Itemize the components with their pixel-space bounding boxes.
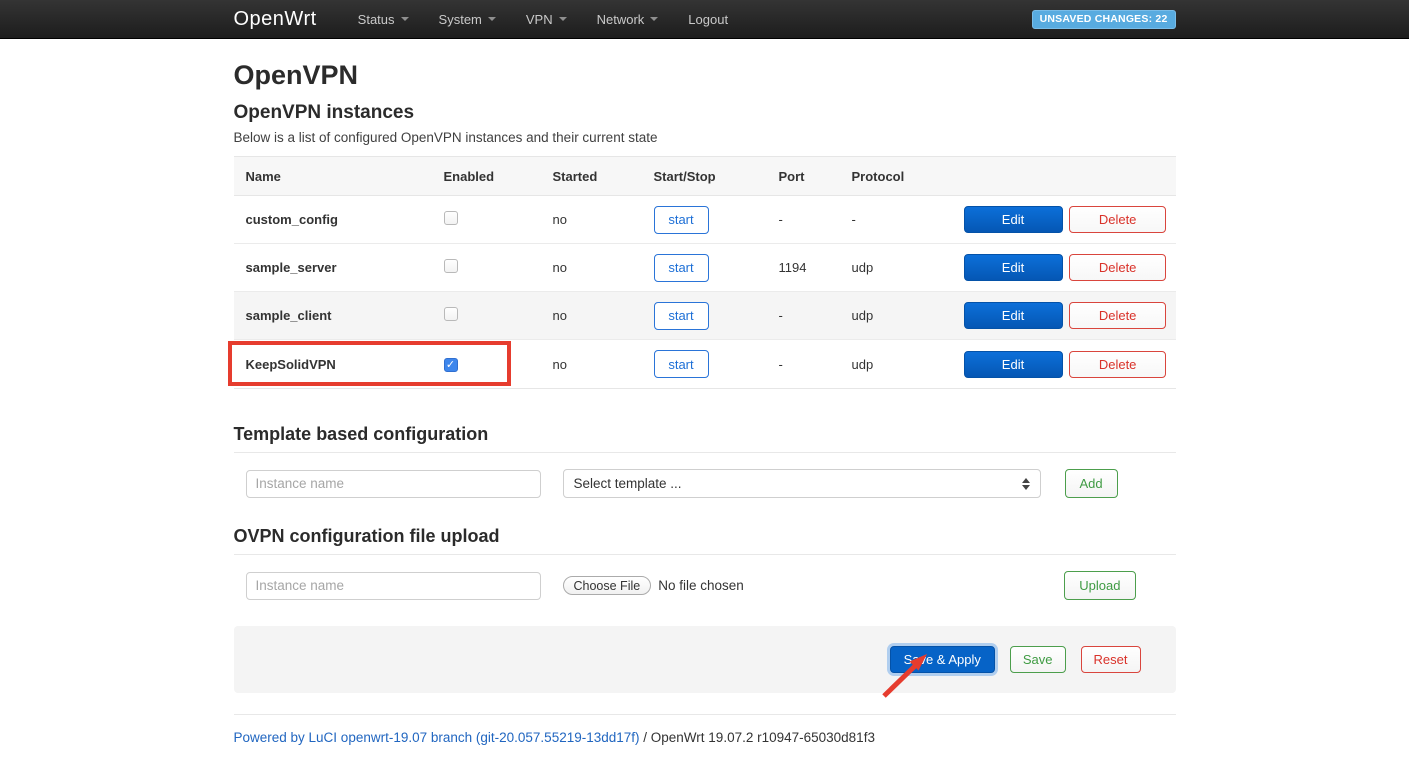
table-row-custom-config: custom_config no start - - Edit Delete <box>234 196 1176 244</box>
protocol-value: - <box>852 212 959 227</box>
enabled-checkbox[interactable] <box>444 259 458 273</box>
port-value: 1194 <box>779 260 852 275</box>
caret-down-icon <box>401 17 409 21</box>
started-value: no <box>553 308 654 323</box>
instances-heading: OpenVPN instances <box>234 103 1176 122</box>
nav-item-logout[interactable]: Logout <box>673 0 743 38</box>
luci-footer-link[interactable]: Powered by LuCI openwrt-19.07 branch (gi… <box>234 730 640 745</box>
nav-item-label: Status <box>358 12 395 27</box>
main-content: OpenVPN OpenVPN instances Below is a lis… <box>234 60 1176 746</box>
nav-item-status[interactable]: Status <box>343 0 424 38</box>
started-value: no <box>553 357 654 372</box>
protocol-value: udp <box>852 308 959 323</box>
nav-item-system[interactable]: System <box>424 0 511 38</box>
column-header-protocol: Protocol <box>852 169 959 184</box>
unsaved-changes-badge[interactable]: UNSAVED CHANGES: 22 <box>1032 10 1176 29</box>
protocol-value: udp <box>852 357 959 372</box>
template-select-value: Select template ... <box>574 476 1022 491</box>
section-divider <box>234 554 1176 555</box>
edit-button[interactable]: Edit <box>964 302 1063 329</box>
column-header-name: Name <box>234 169 444 184</box>
nav-item-label: Network <box>597 12 645 27</box>
start-button[interactable]: start <box>654 206 709 234</box>
add-button[interactable]: Add <box>1065 469 1118 498</box>
upload-button[interactable]: Upload <box>1064 571 1135 600</box>
protocol-value: udp <box>852 260 959 275</box>
caret-down-icon <box>488 17 496 21</box>
openwrt-brand[interactable]: OpenWrt <box>234 8 317 31</box>
port-value: - <box>779 308 852 323</box>
top-navbar: OpenWrt Status System VPN Network Logout… <box>0 0 1409 39</box>
edit-button[interactable]: Edit <box>964 351 1063 378</box>
instance-name: KeepSolidVPN <box>234 357 444 372</box>
table-row-sample-client: sample_client no start - udp Edit Delete <box>234 292 1176 340</box>
save-button[interactable]: Save <box>1010 646 1066 673</box>
footer-version: OpenWrt 19.07.2 r10947-65030d81f3 <box>651 730 875 745</box>
caret-down-icon <box>650 17 658 21</box>
instance-name: sample_server <box>234 260 444 275</box>
table-row-keepsolidvpn: KeepSolidVPN no start - udp Edit Delete <box>234 340 1176 388</box>
instances-table: Name Enabled Started Start/Stop Port Pro… <box>234 156 1176 389</box>
footer-separator: / <box>640 730 651 745</box>
started-value: no <box>553 260 654 275</box>
upload-instance-name-input[interactable] <box>246 572 541 600</box>
section-divider <box>234 452 1176 453</box>
template-form-row: Select template ... Add <box>234 469 1176 498</box>
column-header-started: Started <box>553 169 654 184</box>
page-title: OpenVPN <box>234 60 1176 90</box>
started-value: no <box>553 212 654 227</box>
enabled-checkbox[interactable] <box>444 211 458 225</box>
table-row-sample-server: sample_server no start 1194 udp Edit Del… <box>234 244 1176 292</box>
reset-button[interactable]: Reset <box>1081 646 1141 673</box>
template-select[interactable]: Select template ... <box>563 469 1041 498</box>
instances-description: Below is a list of configured OpenVPN in… <box>234 130 1176 145</box>
start-button[interactable]: start <box>654 350 709 378</box>
column-header-enabled: Enabled <box>444 169 553 184</box>
start-button[interactable]: start <box>654 302 709 330</box>
template-instance-name-input[interactable] <box>246 470 541 498</box>
start-button[interactable]: start <box>654 254 709 282</box>
delete-button[interactable]: Delete <box>1069 302 1166 329</box>
upload-form-row: Choose File No file chosen Upload <box>234 571 1176 600</box>
upload-section-heading: OVPN configuration file upload <box>234 528 1176 545</box>
nav-item-vpn[interactable]: VPN <box>511 0 582 38</box>
port-value: - <box>779 212 852 227</box>
nav-item-label: Logout <box>688 12 728 27</box>
footer-text: Powered by LuCI openwrt-19.07 branch (gi… <box>234 730 1176 746</box>
delete-button[interactable]: Delete <box>1069 206 1166 233</box>
port-value: - <box>779 357 852 372</box>
column-header-port: Port <box>779 169 852 184</box>
edit-button[interactable]: Edit <box>964 254 1063 281</box>
delete-button[interactable]: Delete <box>1069 351 1166 378</box>
no-file-chosen-text: No file chosen <box>658 578 744 593</box>
caret-down-icon <box>559 17 567 21</box>
select-arrows-icon <box>1022 478 1030 490</box>
save-apply-button[interactable]: Save & Apply <box>890 646 995 673</box>
edit-button[interactable]: Edit <box>964 206 1063 233</box>
instance-name: custom_config <box>234 212 444 227</box>
choose-file-button[interactable]: Choose File <box>563 576 652 595</box>
delete-button[interactable]: Delete <box>1069 254 1166 281</box>
footer-divider <box>234 714 1176 715</box>
column-header-startstop: Start/Stop <box>654 169 779 184</box>
table-header-row: Name Enabled Started Start/Stop Port Pro… <box>234 157 1176 196</box>
instance-name: sample_client <box>234 308 444 323</box>
action-panel: Save & Apply Save Reset <box>234 626 1176 693</box>
nav-item-label: VPN <box>526 12 553 27</box>
nav-item-network[interactable]: Network <box>582 0 674 38</box>
enabled-checkbox[interactable] <box>444 307 458 321</box>
enabled-checkbox[interactable] <box>444 358 458 372</box>
template-section-heading: Template based configuration <box>234 426 1176 443</box>
nav-item-label: System <box>439 12 482 27</box>
